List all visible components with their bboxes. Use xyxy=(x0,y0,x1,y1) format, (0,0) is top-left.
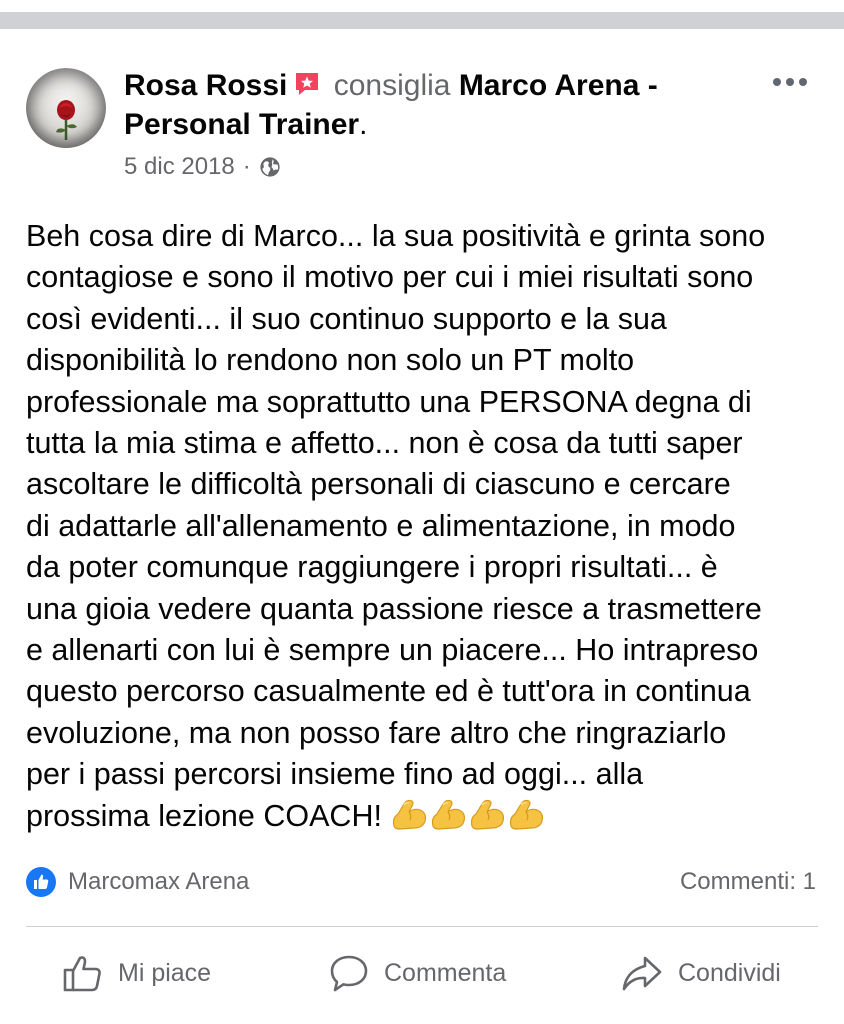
post-body: Beh cosa dire di Marco... la sua positiv… xyxy=(26,216,826,837)
flexed-biceps-icon xyxy=(432,799,466,830)
reactions-summary[interactable]: Marcomax Arena xyxy=(26,864,249,900)
post-meta: 5 dic 2018 · xyxy=(124,150,281,184)
actions-divider xyxy=(26,926,818,927)
emoji-group xyxy=(390,799,546,833)
like-icon xyxy=(26,867,56,897)
more-dots-icon xyxy=(773,78,807,86)
author-name[interactable]: Rosa Rossi xyxy=(124,69,287,102)
flexed-biceps-icon xyxy=(510,799,544,830)
action-bar: Mi piace Commenta Condividi xyxy=(0,940,844,1006)
globe-icon xyxy=(260,157,280,177)
more-options-button[interactable] xyxy=(768,64,812,100)
meta-separator: · xyxy=(242,153,251,180)
comment-button[interactable]: Commenta xyxy=(328,940,506,1006)
post-date[interactable]: 5 dic 2018 xyxy=(124,150,235,184)
header-period: . xyxy=(359,108,368,141)
post-header-line2: Personal Trainer. xyxy=(124,106,367,144)
like-label: Mi piace xyxy=(118,958,212,987)
comments-count[interactable]: Commenti: 1 xyxy=(680,864,816,900)
post-header: Rosa Rossi consiglia Marco Arena - xyxy=(124,67,658,105)
flexed-biceps-icon xyxy=(393,799,427,830)
post-body-text: Beh cosa dire di Marco... la sua positiv… xyxy=(26,219,766,833)
reaction-names: Marcomax Arena xyxy=(68,868,250,895)
recommend-verb: consiglia xyxy=(333,69,451,102)
page-name[interactable]: Marco Arena - xyxy=(459,69,658,102)
page-name-cont[interactable]: Personal Trainer xyxy=(124,108,359,141)
share-button[interactable]: Condividi xyxy=(620,940,781,1006)
share-icon xyxy=(622,956,662,991)
share-label: Condividi xyxy=(678,958,781,987)
comment-icon xyxy=(330,955,368,992)
thumbs-up-icon xyxy=(63,956,101,992)
comment-label: Commenta xyxy=(384,958,507,987)
top-separator-bar xyxy=(0,12,844,29)
recommend-icon xyxy=(293,70,321,98)
author-avatar[interactable] xyxy=(26,68,106,148)
like-button[interactable]: Mi piace xyxy=(62,940,211,1006)
flexed-biceps-icon xyxy=(471,799,505,830)
